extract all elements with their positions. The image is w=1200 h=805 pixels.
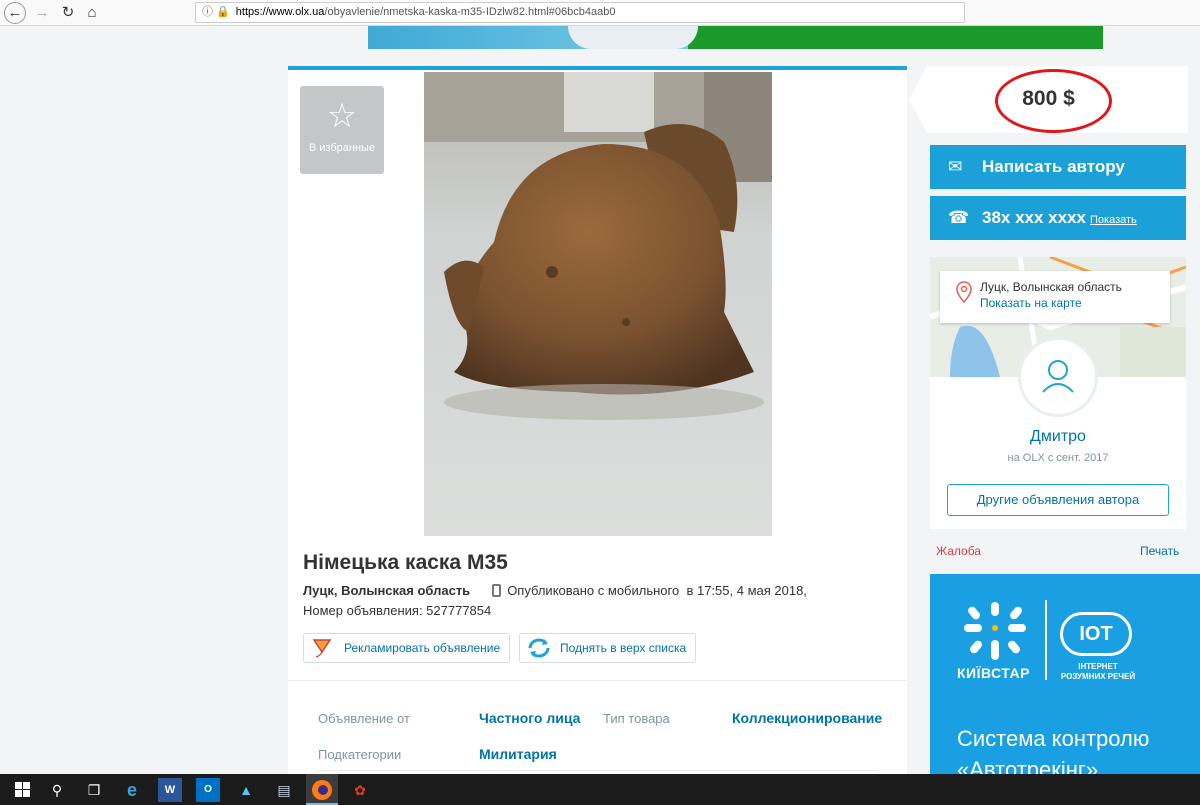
outlook-icon[interactable]: O <box>196 778 220 802</box>
phone-icon: ☎ <box>948 208 970 227</box>
side-advertisement[interactable]: КИЇВСТАР IOT ІНТЕРНЕТ РОЗУМНИХ РЕЧЕЙ Сис… <box>930 574 1200 784</box>
seller-name[interactable]: Дмитро <box>930 428 1186 446</box>
task-view-icon[interactable]: ❐ <box>82 778 106 802</box>
param-label-type: Тип товара <box>603 711 670 726</box>
url-host: https://www.olx.ua <box>235 6 325 18</box>
forward-button[interactable]: → <box>32 3 52 23</box>
published-from-mobile: Опубликовано с мобильного <box>507 583 680 598</box>
app-icon[interactable]: ✿ <box>348 778 372 802</box>
listing-title: Німецька каска М35 <box>303 551 508 574</box>
address-bar[interactable]: ⓘ 🔒 https://www.olx.ua/obyavlenie/nmetska… <box>195 2 965 23</box>
listing-city: Луцк, Волынская область <box>303 583 471 598</box>
ad-number: Номер объявления: 527777854 <box>303 603 492 618</box>
other-ads-button[interactable]: Другие объявления автора <box>947 484 1169 516</box>
phone-button[interactable]: ☎ 38x xxx xxxx Показать <box>930 196 1186 240</box>
user-icon <box>1042 360 1074 393</box>
promote-ad-label: Рекламировать объявление <box>344 641 501 655</box>
edge-browser-icon[interactable]: e <box>120 778 144 802</box>
word-icon[interactable]: W <box>158 778 182 802</box>
favorite-label: В избранные <box>308 142 376 154</box>
taskbar: ⚲ ❐ e W O ▲ ▤ ✿ <box>0 774 1200 805</box>
home-button[interactable]: ⌂ <box>82 3 102 23</box>
listing-meta: Луцк, Волынская область Опубликовано с мо… <box>303 583 807 598</box>
browser-toolbar: ← → ↻ ⌂ ⓘ 🔒 https://www.olx.ua/obyavlenie… <box>0 0 1200 26</box>
kyivstar-star-logo <box>964 602 1026 660</box>
param-value-subcategory[interactable]: Милитария <box>479 746 557 762</box>
top-ad-banner[interactable] <box>368 26 1103 49</box>
site-info-icon[interactable]: ⓘ 🔒 <box>202 6 230 18</box>
divider <box>288 680 907 681</box>
kite-icon <box>312 639 332 658</box>
iot-cloud-logo: IOT <box>1060 612 1132 656</box>
show-phone-link[interactable]: Показать <box>1090 214 1137 226</box>
windows-start-icon[interactable] <box>15 782 31 798</box>
param-value-type[interactable]: Коллекционирование <box>732 710 882 726</box>
refresh-arrows-icon <box>528 638 550 658</box>
promote-ad-button[interactable]: Рекламировать объявление <box>303 633 510 663</box>
complaint-link[interactable]: Жалоба <box>936 544 981 558</box>
seller-since: на OLX с сент. 2017 <box>1007 452 1109 464</box>
mobile-phone-icon <box>492 584 502 597</box>
raise-ad-label: Поднять в верх списка <box>560 641 687 655</box>
divider <box>318 770 878 771</box>
published-time: в 17:55, 4 мая 2018, <box>686 583 807 598</box>
message-author-button[interactable]: ✉ Написать автору <box>930 145 1186 189</box>
message-author-label: Написать автору <box>982 157 1125 176</box>
location-popup: Луцк, Волынская область Показать на карт… <box>940 271 1170 323</box>
reload-button[interactable]: ↻ <box>58 3 78 23</box>
print-link[interactable]: Печать <box>1140 544 1179 558</box>
ad-headline-line1: Система контролю <box>957 726 1150 751</box>
kyivstar-brand: КИЇВСТАР <box>957 665 1030 681</box>
location-pin-icon <box>956 281 972 303</box>
seller-card: Луцк, Волынская область Показать на карт… <box>930 257 1186 529</box>
phone-number: 38x xxx xxxx <box>982 208 1086 227</box>
back-button[interactable]: ← <box>4 2 26 24</box>
url-path: /obyavlenie/nmetska-kaska-m35-IDzlw82.ht… <box>324 6 616 18</box>
firefox-icon[interactable] <box>311 779 333 801</box>
show-on-map-link[interactable]: Показать на карте <box>980 296 1082 310</box>
seller-avatar[interactable] <box>1018 337 1098 417</box>
favorite-button[interactable]: ☆ В избранные <box>300 86 384 174</box>
raise-ad-button[interactable]: Поднять в верх списка <box>519 633 696 663</box>
notepad-icon[interactable]: ▤ <box>272 778 296 802</box>
location-city: Луцк, Волынская область <box>980 280 1122 294</box>
search-icon[interactable]: ⚲ <box>45 778 69 802</box>
param-value-from[interactable]: Частного лица <box>479 710 580 726</box>
param-label-from: Объявление от <box>318 711 410 726</box>
price-highlight-circle <box>995 69 1112 133</box>
ad-separator <box>1045 600 1047 680</box>
app-icon[interactable]: ▲ <box>234 778 258 802</box>
banner-green <box>688 26 1103 49</box>
param-label-subcategory: Подкатегории <box>318 747 402 762</box>
listing-card: ☆ В избранные Німецька каска М35 Луцк, В… <box>288 66 907 776</box>
iot-subtitle: ІНТЕРНЕТ РОЗУМНИХ РЕЧЕЙ <box>1060 662 1136 681</box>
banner-balloons <box>568 26 698 49</box>
star-icon: ☆ <box>326 97 358 135</box>
helmet-photo <box>424 72 772 536</box>
listing-photo[interactable] <box>424 72 772 536</box>
envelope-icon: ✉ <box>948 157 963 176</box>
